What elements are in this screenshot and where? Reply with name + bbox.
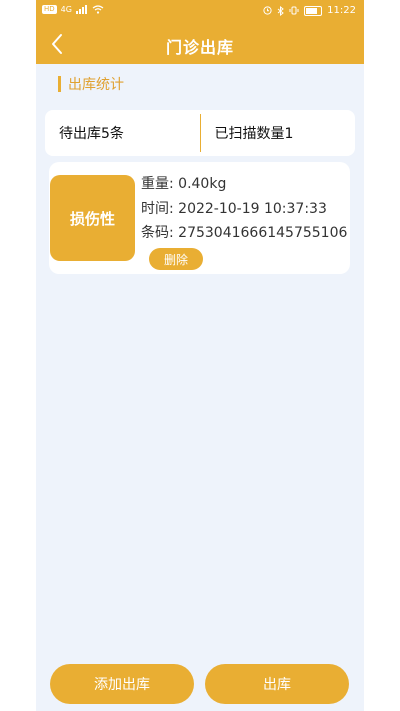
status-right: 67 11:22 — [263, 5, 356, 16]
alarm-icon — [263, 6, 272, 15]
item-weight: 重量: 0.40kg — [141, 176, 227, 192]
bluetooth-icon — [277, 5, 284, 16]
top-nav-bar: 门诊出库 — [36, 24, 364, 64]
list-item: 损伤性 重量: 0.40kg 时间: 2022-10-19 10:37:33 条… — [49, 162, 350, 274]
scanned-count: 已扫描数量1 — [214, 126, 294, 142]
network-indicator: 4G — [60, 5, 72, 14]
item-barcode: 条码: 2753041666145755106 — [141, 225, 348, 241]
status-time: 11:22 — [327, 5, 356, 16]
signal-icon — [75, 5, 87, 14]
vibrate-icon — [289, 6, 299, 15]
stats-card: 待出库5条 已扫描数量1 — [45, 110, 355, 156]
hd-indicator: HD — [42, 5, 57, 14]
wifi-icon — [92, 5, 104, 14]
pending-count: 待出库5条 — [59, 126, 124, 142]
page-title: 门诊出库 — [165, 38, 234, 57]
delete-button[interactable]: 删除 — [149, 248, 203, 270]
add-outbound-button[interactable]: 添加出库 — [50, 664, 194, 704]
status-left: HD 4G — [42, 5, 104, 14]
outbound-button[interactable]: 出库 — [205, 664, 349, 704]
app-screen: HD 4G 11:22 门诊出库 出库统计 待出库5条 已扫描数量1 损伤性 重… — [36, 0, 364, 711]
category-badge: 损伤性 — [50, 175, 135, 261]
battery-icon — [304, 5, 323, 16]
section-accent-bar — [58, 76, 61, 92]
status-bar: HD 4G 11:22 — [36, 0, 364, 24]
item-time: 时间: 2022-10-19 10:37:33 — [141, 201, 327, 217]
section-title: 出库统计 — [68, 77, 124, 93]
section-header: 出库统计 — [58, 74, 124, 94]
